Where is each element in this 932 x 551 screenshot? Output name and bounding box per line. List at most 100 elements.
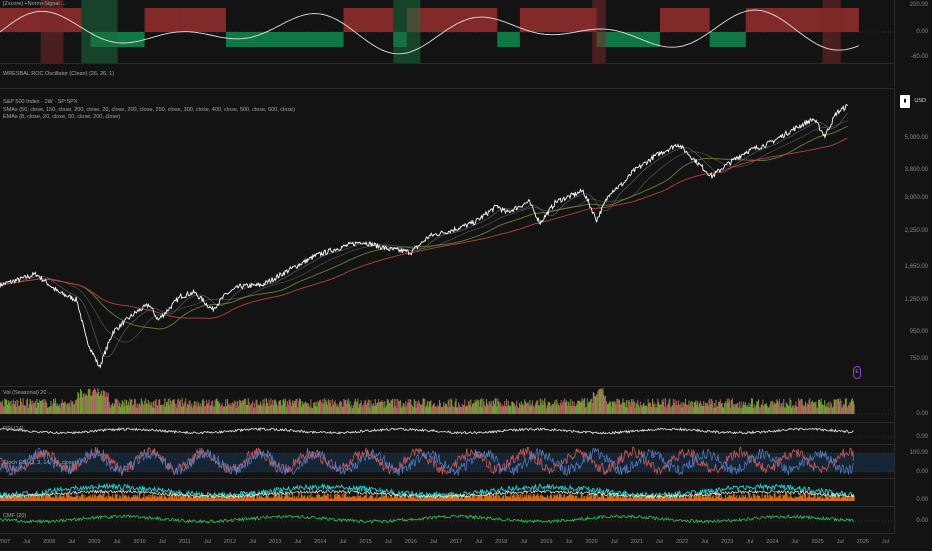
volume-plot: [0, 387, 895, 422]
multi-osc-plot: [0, 479, 895, 506]
time-tick-label: Jul: [249, 539, 256, 545]
stoch-tick-bottom: 0.00: [916, 469, 928, 475]
multi-osc-bar: [854, 495, 855, 501]
time-tick-label: 2016: [405, 539, 417, 545]
price-axis[interactable]: 5,000.003,800.003,000.002,250.001,650.00…: [894, 89, 932, 386]
zscore-pane[interactable]: [Zscore] +Norm+Signal ... 200.00 0.00 -6…: [0, 0, 932, 63]
time-tick-label: 2022: [676, 539, 688, 545]
zscore-negative-block: [710, 32, 746, 47]
zscore-tick-zero: 0.00: [916, 29, 928, 35]
time-tick-label: 2026: [857, 539, 869, 545]
time-tick-label: Jul: [339, 539, 346, 545]
price-tick-label: 750.00: [910, 356, 928, 362]
roc-legend: WRESBAL ROC Oscillator (Clean) (26, 26, …: [3, 71, 114, 79]
zscore-negative-block: [497, 32, 520, 47]
time-tick-label: Jul: [701, 539, 708, 545]
price-tick-label: 3,000.00: [905, 195, 928, 201]
multi-osc-pane[interactable]: Multi Osc ... 0.00: [0, 479, 932, 506]
cmf-tick-zero: 0.00: [916, 518, 928, 524]
osc-tick-zero: 0.00: [916, 434, 928, 440]
time-tick-label: 2024: [766, 539, 778, 545]
price-tick-label: 950.00: [910, 329, 928, 335]
earnings-marker-icon[interactable]: E: [853, 366, 861, 379]
time-tick-label: Jul: [656, 539, 663, 545]
time-tick-label: 2011: [179, 539, 191, 545]
time-tick-label: Jul: [113, 539, 120, 545]
price-pane[interactable]: S&P 500 Index · 1W · SP:SPX SMAs (50, cl…: [0, 89, 932, 386]
price-tick-label: 1,250.00: [905, 297, 928, 303]
roc-pane[interactable]: WRESBAL ROC Oscillator (Clean) (26, 26, …: [0, 64, 932, 87]
time-tick-label: Jul: [566, 539, 573, 545]
volume-legend: Vol (Seasonal) 20 ...: [3, 390, 53, 398]
volume-pane[interactable]: Vol (Seasonal) 20 ... 0.00: [0, 387, 932, 422]
time-tick-label: Jul: [68, 539, 75, 545]
roc-axis[interactable]: [894, 64, 932, 87]
zscore-positive-block: [520, 8, 597, 32]
time-tick-label: 2007: [0, 539, 10, 545]
time-tick-label: 2021: [631, 539, 643, 545]
zscore-positive-block: [181, 8, 226, 32]
osc-line: [0, 428, 854, 434]
time-tick-label: Jul: [204, 539, 211, 545]
zscore-positive-block: [660, 8, 710, 32]
osc-pane[interactable]: RSI (14) 0.00: [0, 423, 932, 444]
zscore-positive-block: [746, 8, 859, 32]
time-tick-label: 2008: [43, 539, 55, 545]
zscore-positive-block: [344, 8, 394, 32]
price-plot: [0, 89, 895, 386]
time-tick-label: 2009: [88, 539, 100, 545]
time-axis[interactable]: 2007 Jul 2008 Jul 2009 Jul 2010 Jul 2011 Jul 2012 J…: [0, 533, 895, 551]
time-tick-label: Jul: [520, 539, 527, 545]
zscore-plot: [0, 0, 895, 63]
time-tick-label: 2012: [224, 539, 236, 545]
price-flag-icon: ▮: [900, 95, 910, 108]
volume-tick-zero: 0.00: [916, 411, 928, 417]
time-tick-label: 2017: [450, 539, 462, 545]
volume-axis[interactable]: 0.00: [894, 387, 932, 422]
cmf-line: [0, 515, 854, 523]
time-tick-label: Jul: [23, 539, 30, 545]
time-tick-label: Jul: [430, 539, 437, 545]
currency-tag[interactable]: USD: [914, 95, 926, 108]
ema-200-line: [0, 138, 848, 318]
time-tick-label: Jul: [746, 539, 753, 545]
stoch-legend: Stoch RSI (3, 3, 14, 14, close): [3, 460, 76, 468]
price-legend: S&P 500 Index · 1W · SP:SPX SMAs (50, cl…: [3, 99, 295, 122]
sma-legend[interactable]: SMAs (50, close, 150, close, 200, close,…: [3, 107, 295, 115]
stoch-pane[interactable]: Stoch RSI (3, 3, 14, 14, close) 100.00 0…: [0, 445, 932, 478]
cmf-legend: CMF (20): [3, 513, 26, 521]
zscore-price-axis[interactable]: 200.00 0.00 -60.00: [894, 0, 932, 63]
time-tick-label: Jul: [159, 539, 166, 545]
ema-50-line: [0, 126, 848, 329]
zscore-regime-stripe: [592, 0, 606, 63]
cmf-axis[interactable]: 0.00: [894, 507, 932, 533]
zscore-regime-stripe: [41, 0, 64, 63]
time-tick-label: 2010: [133, 539, 145, 545]
zscore-tick-top: 200.00: [910, 2, 928, 8]
osc-axis[interactable]: 0.00: [894, 423, 932, 444]
multi-osc-legend: Multi Osc ...: [3, 494, 32, 502]
zscore-regime-stripe: [823, 0, 841, 63]
price-tick-label: 2,250.00: [905, 228, 928, 234]
stoch-axis[interactable]: 100.00 0.00: [894, 445, 932, 478]
time-tick-label: Jul: [475, 539, 482, 545]
sma-50-line: [0, 121, 848, 343]
price-tick-label: 3,800.00: [905, 167, 928, 173]
cmf-plot: [0, 507, 895, 533]
cmf-pane[interactable]: CMF (20) 0.00: [0, 507, 932, 533]
time-tick-label: 2013: [269, 539, 281, 545]
time-tick-label: Jul: [294, 539, 301, 545]
osc-legend: RSI (14): [3, 426, 23, 434]
multi-osc-axis[interactable]: 0.00: [894, 479, 932, 506]
zscore-tick-bottom: -60.00: [911, 54, 928, 60]
time-tick-label: Jul: [385, 539, 392, 545]
time-tick-label: 2023: [721, 539, 733, 545]
symbol-title[interactable]: S&P 500 Index · 1W · SP:SPX: [3, 99, 295, 107]
volume-bar: [854, 404, 855, 414]
price-tick-label: 5,000.00: [905, 135, 928, 141]
osc-plot: [0, 423, 895, 444]
ema-legend[interactable]: EMAs (8, close, 20, close, 50, close, 20…: [3, 114, 295, 122]
zscore-regime-stripe: [81, 0, 117, 63]
time-tick-label: 2014: [314, 539, 326, 545]
time-tick-label: Jul: [837, 539, 844, 545]
